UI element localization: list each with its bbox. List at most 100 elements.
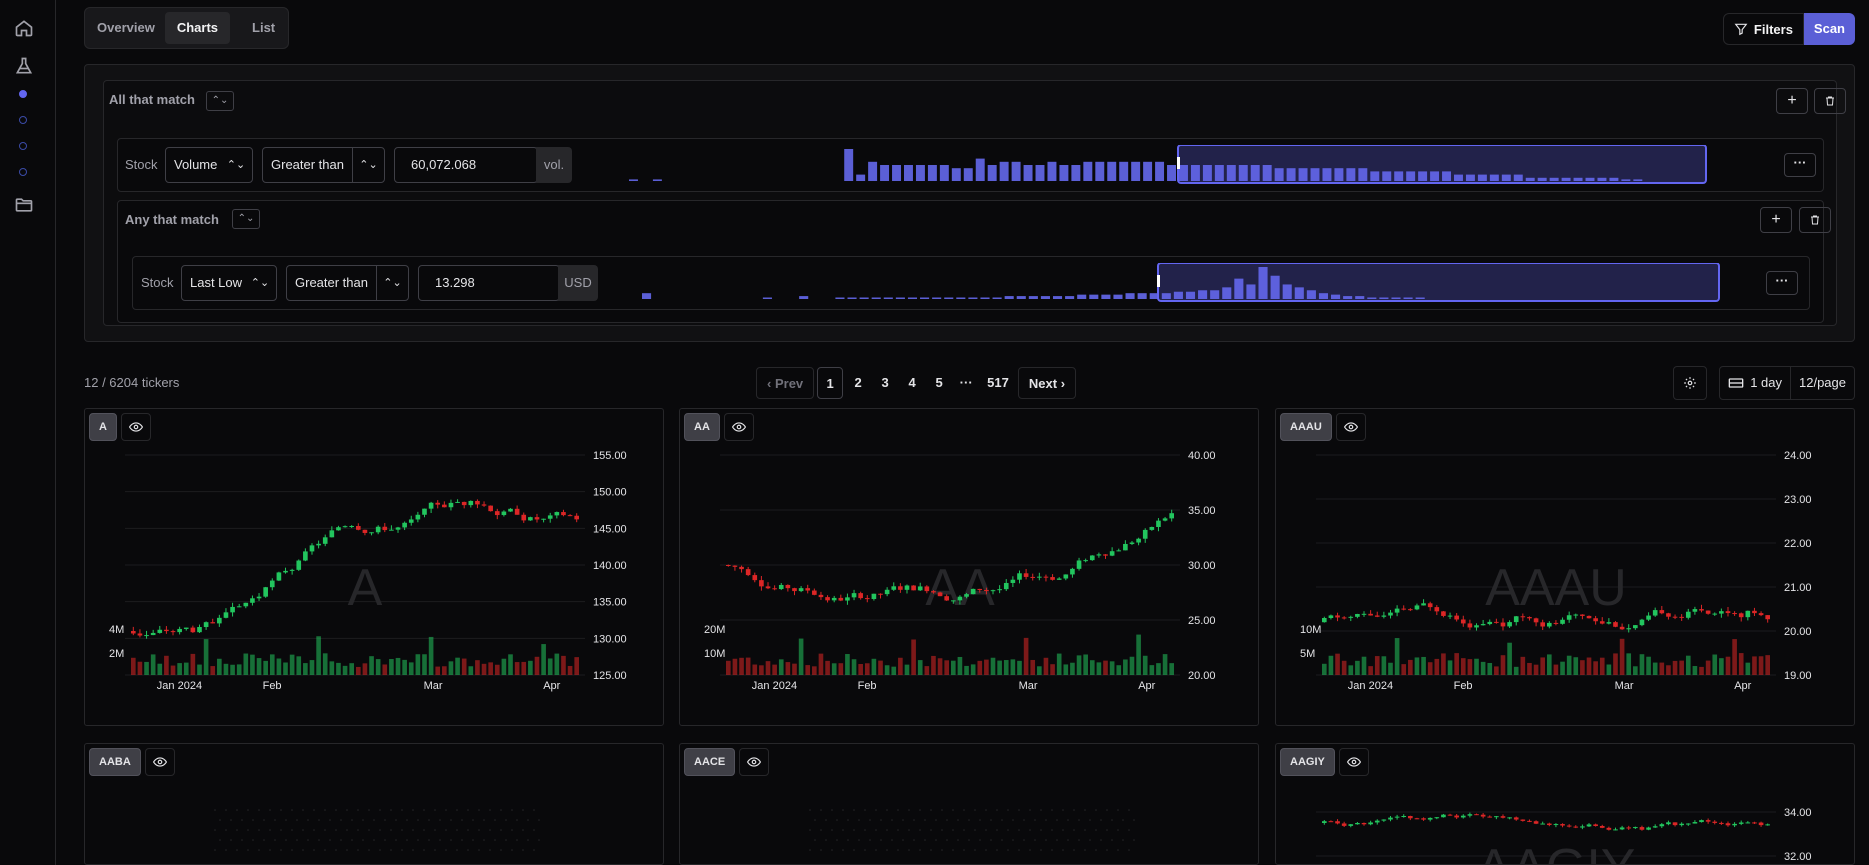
page-5[interactable]: 5 <box>927 367 951 399</box>
candlestick-chart[interactable]: 155.00 150.00 145.00 140.00 135.00 130.00 125.… <box>85 445 663 726</box>
volume-histogram[interactable] <box>628 145 1728 185</box>
folder-icon[interactable] <box>14 195 34 215</box>
candlestick-chart[interactable]: 34.00 32.00 AAGIY <box>1276 780 1854 865</box>
prev-page-button[interactable]: ‹ Prev <box>756 367 815 399</box>
volume-bar <box>574 657 580 675</box>
page-4[interactable]: 4 <box>900 367 924 399</box>
tab-list[interactable]: List <box>232 12 295 44</box>
chevron-updown-icon: ⌃⌄ <box>376 266 408 300</box>
home-icon[interactable] <box>14 18 34 38</box>
histogram-range-selection[interactable] <box>1177 145 1707 184</box>
operator-select[interactable]: Greater than ⌃⌄ <box>262 147 385 183</box>
eye-refresh-icon[interactable] <box>1338 748 1369 776</box>
chart-card[interactable]: AABA <box>84 743 664 865</box>
chart-card[interactable]: AAGIY 34.00 32.00 AAGIY <box>1275 743 1855 865</box>
candlestick-chart[interactable]: 40.00 35.00 30.00 25.00 20.00 AA 20M 10M Jan 202… <box>680 445 1258 726</box>
histogram-range-selection[interactable] <box>1157 263 1720 302</box>
placeholder-dot <box>538 839 540 841</box>
nav-dot[interactable] <box>19 168 27 176</box>
candle-body <box>1500 816 1506 818</box>
placeholder-dot <box>296 819 298 821</box>
last-low-histogram[interactable] <box>641 263 1741 303</box>
delete-group-button[interactable] <box>1799 207 1831 233</box>
placeholder-dot <box>968 819 970 821</box>
volume-bar <box>1050 664 1055 675</box>
page-3[interactable]: 3 <box>873 367 897 399</box>
eye-refresh-icon[interactable] <box>723 413 754 441</box>
settings-button[interactable] <box>1673 366 1708 400</box>
volume-bar <box>481 663 487 675</box>
value-input[interactable]: 13.298 <box>418 265 560 301</box>
volume-bar <box>1619 638 1625 675</box>
ticker-badge[interactable]: AA <box>684 413 720 441</box>
group-mode-select[interactable]: ⌃⌄ <box>206 91 234 111</box>
add-rule-button[interactable]: + <box>1776 88 1808 114</box>
value-input[interactable]: 60,072.068 <box>394 147 538 183</box>
interval-select[interactable]: 1 day <box>1720 367 1790 399</box>
histogram-bar <box>904 165 913 181</box>
page-517[interactable]: 517 <box>981 367 1015 399</box>
chart-card[interactable]: A 155.00 150.00 145.00 140.00 135.00 130.00 125… <box>84 408 664 726</box>
chart-card[interactable]: AA 40.00 35.00 30.00 25.00 20.00 AA 20M 10M Jan 2… <box>679 408 1259 726</box>
volume-bar <box>336 662 341 675</box>
delete-group-button[interactable] <box>1814 88 1846 114</box>
volume-bar <box>236 664 242 675</box>
page-1[interactable]: 1 <box>817 367 844 399</box>
candle-body <box>1460 619 1466 624</box>
eye-refresh-icon[interactable] <box>120 413 151 441</box>
volume-bar <box>957 656 963 675</box>
scan-button[interactable]: Scan <box>1803 13 1855 45</box>
nav-dot-active[interactable] <box>19 90 27 98</box>
y-tick-label: 140.00 <box>593 560 627 572</box>
ticker-badge[interactable]: AACE <box>684 748 736 776</box>
add-rule-button[interactable]: + <box>1760 207 1792 233</box>
rule-scope: Stock <box>141 275 174 290</box>
range-handle[interactable] <box>1177 157 1180 169</box>
operator-select[interactable]: Greater than ⌃⌄ <box>286 265 409 301</box>
volume-bar <box>1573 657 1579 675</box>
histogram-bar <box>1028 296 1038 299</box>
placeholder-dot <box>379 809 381 811</box>
field-select[interactable]: Last Low ⌃⌄ <box>181 265 277 301</box>
nav-dot[interactable] <box>19 142 27 150</box>
range-handle[interactable] <box>1157 275 1160 287</box>
nav-dot[interactable] <box>19 116 27 124</box>
chart-card[interactable]: AAAU 24.00 23.00 22.00 21.00 20.00 19.00 AAAU 10… <box>1275 408 1855 726</box>
ticker-badge[interactable]: AAGIY <box>1280 748 1335 776</box>
eye-refresh-icon[interactable] <box>739 748 770 776</box>
chart-card[interactable]: AACE <box>679 743 1259 865</box>
filter-group-all: All that match ⌃⌄ + Stock Volume ⌃⌄ Grea… <box>103 80 1846 326</box>
placeholder-dot <box>908 829 910 831</box>
placeholder-dot <box>952 829 954 831</box>
flask-icon[interactable] <box>14 56 34 76</box>
candle-body <box>1507 817 1512 819</box>
candlestick-chart[interactable]: 24.00 23.00 22.00 21.00 20.00 19.00 AAAU 10M 5M J… <box>1276 445 1854 726</box>
rule-menu-button[interactable]: ··· <box>1784 153 1816 177</box>
candle-body <box>1381 615 1387 617</box>
tab-overview[interactable]: Overview <box>89 12 163 44</box>
placeholder-dot <box>373 839 375 841</box>
field-select[interactable]: Volume ⌃⌄ <box>165 147 253 183</box>
filters-button[interactable]: Filters <box>1722 13 1804 45</box>
tab-charts[interactable]: Charts <box>164 12 231 44</box>
page-2[interactable]: 2 <box>846 367 870 399</box>
group-mode-select[interactable]: ⌃⌄ <box>232 209 260 229</box>
ticker-badge[interactable]: AAAU <box>1280 413 1332 441</box>
candle-body <box>1712 613 1718 615</box>
candle-body <box>812 590 817 595</box>
next-page-button[interactable]: Next › <box>1017 367 1077 399</box>
trash-icon <box>1826 96 1834 106</box>
candle-body <box>1626 827 1632 829</box>
candle-body <box>1169 513 1175 519</box>
ticker-badge[interactable]: AABA <box>89 748 141 776</box>
candle-body <box>1725 823 1731 826</box>
eye-refresh-icon[interactable] <box>1335 413 1366 441</box>
candle-body <box>1659 610 1665 614</box>
ticker-badge[interactable]: A <box>89 413 117 441</box>
per-page-select[interactable]: 12/page <box>1790 367 1854 399</box>
candle-body <box>1765 615 1771 620</box>
eye-refresh-icon[interactable] <box>144 748 175 776</box>
volume-bar <box>408 662 414 675</box>
rule-menu-button[interactable]: ··· <box>1766 271 1798 295</box>
placeholder-dot <box>1073 809 1075 811</box>
